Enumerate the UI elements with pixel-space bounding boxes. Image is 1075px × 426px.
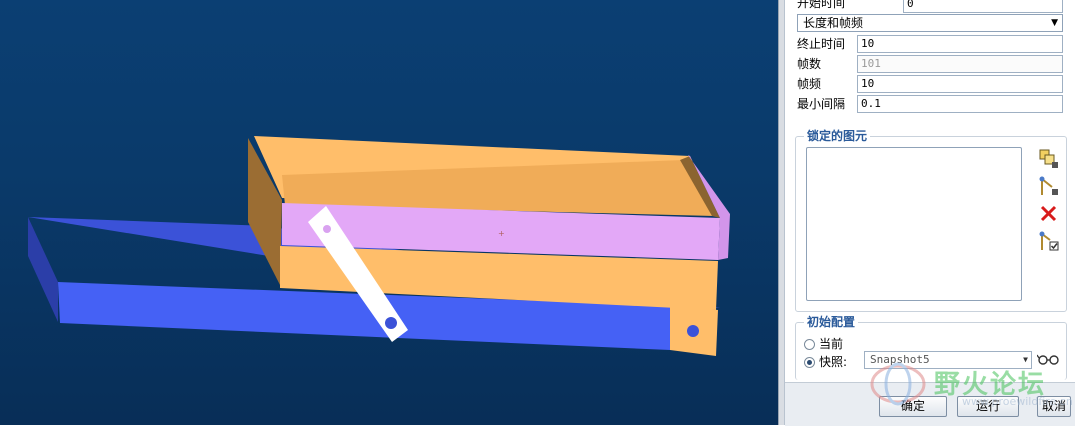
snapshot-radio[interactable] — [804, 357, 815, 368]
start-time-field[interactable]: 0 — [903, 0, 1063, 13]
end-time-label: 终止时间 — [797, 37, 846, 51]
frame-rate-label: 帧频 — [797, 77, 822, 91]
lock-connection-icon[interactable] — [1038, 175, 1060, 197]
link-hole-bottom — [385, 317, 397, 329]
end-time-field[interactable]: 10 — [857, 35, 1063, 53]
chevron-down-icon: ▼ — [1023, 355, 1028, 364]
model-viewport[interactable]: + — [0, 0, 778, 425]
glasses-icon[interactable] — [1037, 352, 1061, 366]
blue-bar-end — [28, 217, 58, 322]
min-interval-label: 最小间隔 — [797, 97, 846, 111]
initial-config-title: 初始配置 — [804, 315, 859, 329]
frame-rate-field[interactable]: 10 — [857, 75, 1063, 93]
frames-label: 帧数 — [797, 57, 822, 71]
current-radio[interactable] — [804, 339, 815, 350]
snapshot-select[interactable]: Snapshot5 ▼ — [864, 351, 1032, 369]
lock-body-icon[interactable] — [1038, 148, 1060, 170]
enable-lock-icon[interactable] — [1038, 230, 1060, 252]
chevron-down-icon: ▼ — [1051, 18, 1058, 28]
cancel-button[interactable]: 取消 — [1037, 396, 1071, 417]
center-marker: + — [498, 229, 505, 238]
mode-select-value: 长度和帧频 — [803, 16, 864, 30]
start-time-label: 开始时间 — [797, 0, 846, 10]
locked-entities-list[interactable] — [806, 147, 1022, 301]
link-hole-top — [323, 225, 331, 233]
min-interval-field[interactable]: 0.1 — [857, 95, 1063, 113]
mechanism-model: + — [28, 136, 730, 356]
current-label: 当前 — [819, 337, 844, 351]
snapshot-select-value: Snapshot5 — [870, 353, 930, 366]
end-block-hole — [687, 325, 699, 337]
run-button[interactable]: 运行 — [957, 396, 1019, 417]
dialog-button-bar: 确定 运行 取消 — [785, 382, 1075, 426]
analysis-definition-panel: 开始时间 0 长度和帧频 ▼ 终止时间 10 帧数 101 帧频 10 最小间隔… — [784, 0, 1075, 426]
snapshot-label: 快照: — [819, 355, 848, 369]
delete-icon[interactable] — [1038, 203, 1060, 225]
frames-field: 101 — [857, 55, 1063, 73]
locked-entities-title: 锁定的图元 — [804, 129, 871, 143]
ok-button[interactable]: 确定 — [879, 396, 947, 417]
mode-select[interactable]: 长度和帧频 ▼ — [797, 14, 1063, 32]
